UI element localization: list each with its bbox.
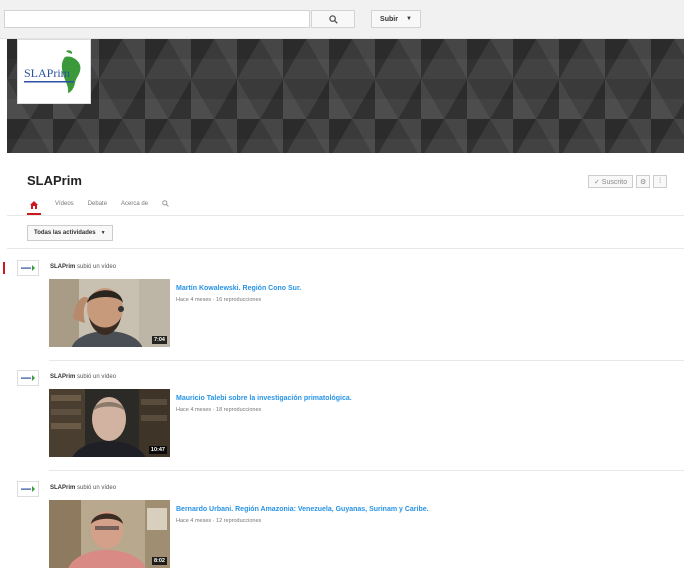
filter-divider — [7, 248, 684, 249]
video-duration: 8:02 — [151, 557, 167, 565]
search-button[interactable] — [311, 10, 355, 28]
avatar[interactable] — [17, 260, 39, 276]
video-duration: 10:47 — [148, 446, 167, 454]
subscribe-area: ✓ Suscrito ⚙ ⁞ — [588, 175, 668, 188]
search-channel-button[interactable] — [162, 199, 169, 209]
logo-text: SLAPrim — [24, 66, 71, 80]
settings-button[interactable]: ⚙ — [636, 175, 651, 188]
actor-name[interactable]: SLAPrim — [50, 374, 75, 380]
subscribed-button[interactable]: ✓ Suscrito — [588, 175, 634, 188]
video-meta: Hace 4 meses · 18 reproducciones — [176, 407, 262, 413]
video-meta: Hace 4 meses · 12 reproducciones — [176, 518, 262, 524]
activity-filter-dropdown[interactable]: Todas las actividades ▼ — [27, 225, 113, 241]
search-icon — [328, 14, 338, 24]
tab-discussion[interactable]: Debate — [88, 201, 107, 207]
video-title-link[interactable]: Martín Kowalewski. Región Cono Sur. — [176, 285, 301, 292]
slaprim-avatar-icon — [21, 265, 35, 271]
video-thumbnail[interactable]: 10:47 — [49, 389, 170, 457]
video-title-link[interactable]: Mauricio Talebi sobre la investigación p… — [176, 395, 352, 402]
upload-label: Subir — [380, 15, 398, 23]
upload-button[interactable]: Subir ▼ — [371, 10, 421, 28]
tab-about[interactable]: Acerca de — [121, 201, 148, 207]
activity-text: SLAPrim subió un vídeo — [50, 374, 116, 380]
activity-action: subió un vídeo — [77, 374, 117, 380]
search-input[interactable] — [4, 10, 310, 28]
avatar[interactable] — [17, 481, 39, 497]
activity-action: subió un vídeo — [77, 485, 117, 491]
channel-tabs: Vídeos Debate Acerca de — [27, 196, 169, 215]
channel-banner — [7, 39, 684, 153]
actor-name[interactable]: SLAPrim — [50, 485, 75, 491]
activity-text: SLAPrim subió un vídeo — [50, 485, 116, 491]
video-duration: 7:04 — [151, 336, 167, 344]
tab-home[interactable] — [27, 197, 41, 215]
gear-icon: ⚙ — [639, 178, 647, 186]
feed-divider — [49, 470, 684, 471]
search-icon — [162, 199, 169, 207]
activity-action: subió un vídeo — [77, 264, 117, 270]
filter-label: Todas las actividades — [34, 230, 96, 236]
slaprim-avatar-icon — [21, 486, 35, 492]
avatar[interactable] — [17, 370, 39, 386]
video-thumbnail[interactable]: 8:02 — [49, 500, 170, 568]
video-title-link[interactable]: Bernardo Urbani. Región Amazonia: Venezu… — [176, 506, 429, 513]
tab-videos[interactable]: Vídeos — [55, 201, 74, 207]
dropdown-icon: ⁞ — [659, 178, 662, 185]
home-icon — [30, 200, 38, 209]
notifications-button[interactable]: ⁞ — [653, 175, 668, 188]
actor-name[interactable]: SLAPrim — [50, 264, 75, 270]
feed-divider — [49, 360, 684, 361]
channel-logo: SLAPrim — [17, 39, 91, 104]
video-thumbnail[interactable]: 7:04 — [49, 279, 170, 347]
slaprim-avatar-icon — [21, 375, 35, 381]
slaprim-logo: SLAPrim — [24, 49, 81, 93]
channel-title: SLAPrim — [27, 173, 82, 188]
chevron-down-icon: ▼ — [406, 16, 412, 22]
tabs-divider — [7, 215, 684, 216]
top-bar: Subir ▼ — [0, 0, 684, 39]
activity-text: SLAPrim subió un vídeo — [50, 264, 116, 270]
chevron-down-icon: ▼ — [100, 230, 106, 236]
feed-marker — [3, 262, 5, 274]
video-meta: Hace 4 meses · 16 reproducciones — [176, 297, 262, 303]
